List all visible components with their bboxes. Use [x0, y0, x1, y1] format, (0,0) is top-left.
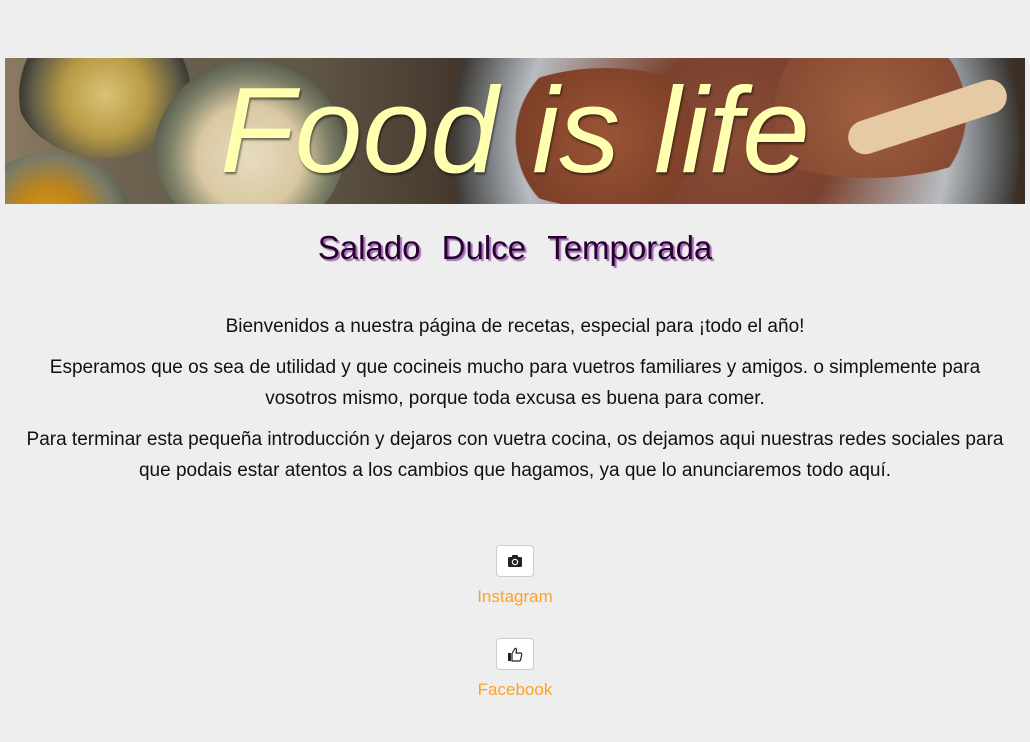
social-instagram: Instagram: [0, 545, 1030, 608]
thumbs-up-icon: [508, 647, 523, 662]
nav-link-temporada[interactable]: Temporada: [547, 229, 712, 266]
intro-paragraph-social: Para terminar esta pequeña introducción …: [26, 429, 1004, 481]
intro-section: Bienvenidos a nuestra página de recetas,…: [20, 311, 1010, 496]
facebook-button[interactable]: [496, 638, 534, 670]
main-nav: Salado Dulce Temporada: [0, 226, 1030, 270]
nav-link-salado[interactable]: Salado: [318, 229, 421, 266]
nav-link-dulce[interactable]: Dulce: [442, 229, 526, 266]
banner-title: Food is life: [220, 62, 810, 198]
social-facebook: Facebook: [0, 638, 1030, 701]
facebook-link[interactable]: Facebook: [0, 679, 1030, 701]
header-banner-image: Food is life: [5, 58, 1025, 204]
intro-paragraph-utility: Esperamos que os sea de utilidad y que c…: [49, 357, 981, 409]
instagram-link[interactable]: Instagram: [0, 586, 1030, 608]
camera-icon: [508, 555, 522, 567]
intro-paragraph-welcome: Bienvenidos a nuestra página de recetas,…: [225, 316, 805, 337]
instagram-button[interactable]: [496, 545, 534, 577]
